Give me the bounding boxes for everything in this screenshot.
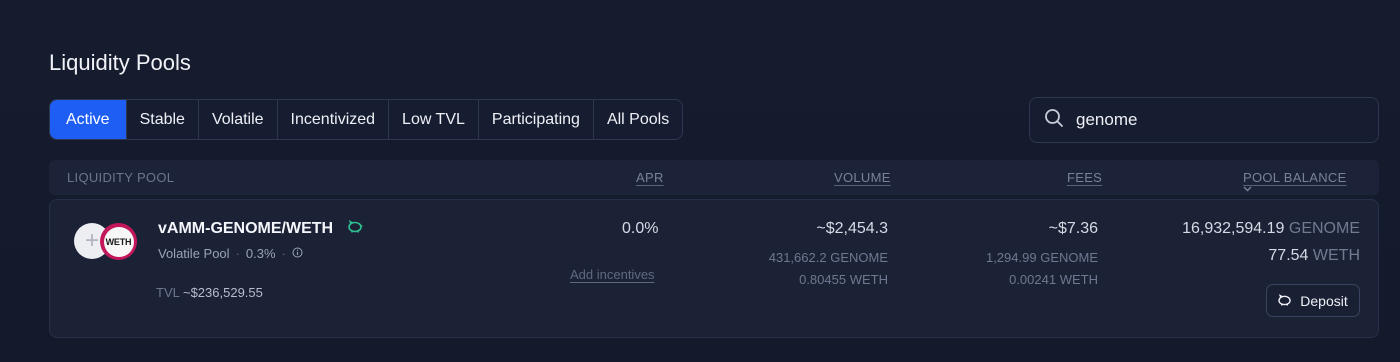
- weth-token-icon: WETH: [100, 223, 137, 260]
- pool-fee-rate: 0.3%: [245, 246, 276, 261]
- weth-token-label: WETH: [103, 226, 134, 257]
- column-pool-balance-label: POOL BALANCE: [1243, 170, 1347, 185]
- search-icon: [1044, 108, 1064, 133]
- tab-volatile[interactable]: Volatile: [199, 100, 278, 139]
- tab-active[interactable]: Active: [50, 100, 127, 139]
- volume-token1: 0.80455 WETH: [799, 272, 888, 287]
- balance-token0-symbol: GENOME: [1288, 220, 1360, 237]
- volume-token0-symbol: GENOME: [830, 250, 888, 265]
- fees-token0-symbol: GENOME: [1040, 250, 1098, 265]
- tab-participating[interactable]: Participating: [479, 100, 594, 139]
- balance-token1: 77.54 WETH: [1268, 247, 1360, 265]
- separator-dot: ·: [281, 246, 286, 261]
- balance-token0: 16,932,594.19 GENOME: [1182, 220, 1360, 238]
- balance-token0-amount: 16,932,594.19: [1182, 220, 1285, 237]
- pool-name[interactable]: vAMM-GENOME/WETH: [158, 220, 363, 238]
- column-fees[interactable]: FEES: [1067, 170, 1102, 185]
- fees-token0: 1,294.99 GENOME: [986, 250, 1098, 265]
- column-pool-balance[interactable]: POOL BALANCE: [1243, 170, 1347, 192]
- tab-low-tvl[interactable]: Low TVL: [389, 100, 479, 139]
- volume-token1-symbol: WETH: [849, 272, 888, 287]
- fees-token1-symbol: WETH: [1059, 272, 1098, 287]
- separator-dot: ·: [235, 246, 240, 261]
- table-row[interactable]: + WETH vAMM-GENOME/WETH Volatile Pool · …: [49, 199, 1379, 338]
- deposit-button[interactable]: Deposit: [1266, 284, 1360, 317]
- tab-all-pools[interactable]: All Pools: [594, 100, 682, 139]
- pool-type: Volatile Pool: [158, 246, 230, 261]
- column-volume[interactable]: VOLUME: [834, 170, 891, 185]
- fees-total: ~$7.36: [1048, 220, 1098, 237]
- volume-token0: 431,662.2 GENOME: [769, 250, 888, 265]
- column-liquidity-pool: LIQUIDITY POOL: [67, 170, 175, 185]
- table-header: LIQUIDITY POOL APR VOLUME FEES POOL BALA…: [49, 160, 1379, 195]
- info-icon[interactable]: [292, 246, 303, 261]
- pool-apr: 0.0%: [622, 220, 659, 237]
- fees-token0-amount: 1,294.99: [985, 250, 1037, 265]
- fees-token1: 0.00241 WETH: [1009, 272, 1098, 287]
- balance-token1-amount: 77.54: [1268, 247, 1309, 264]
- balance-token1-symbol: WETH: [1312, 247, 1360, 264]
- fees-token1-amount: 0.00241: [1009, 272, 1057, 287]
- volume-total: ~$2,454.3: [816, 220, 888, 237]
- chevron-down-icon: [1243, 180, 1252, 195]
- pool-filter-tabs: Active Stable Volatile Incentivized Low …: [49, 99, 684, 140]
- tab-incentivized[interactable]: Incentivized: [278, 100, 390, 139]
- deposit-label: Deposit: [1300, 292, 1348, 309]
- tab-stable[interactable]: Stable: [127, 100, 199, 139]
- piggy-bank-icon: [1278, 293, 1292, 309]
- column-apr[interactable]: APR: [636, 170, 664, 185]
- search-box[interactable]: [1029, 97, 1379, 143]
- pool-type-info: Volatile Pool · 0.3% ·: [158, 246, 303, 261]
- page-title: Liquidity Pools: [49, 50, 191, 75]
- volume-token1-amount: 0.80455: [799, 272, 847, 287]
- tvl-value: ~$236,529.55: [182, 285, 263, 300]
- pool-tvl: TVL ~$236,529.55: [156, 285, 263, 300]
- volume-token0-amount: 431,662.2: [768, 250, 827, 265]
- genome-token-glyph: +: [84, 227, 99, 254]
- search-input[interactable]: [1076, 110, 1356, 130]
- pool-name-text: vAMM-GENOME/WETH: [158, 220, 334, 238]
- tvl-label: TVL: [156, 285, 180, 300]
- piggy-bank-icon: [347, 220, 363, 237]
- add-incentives-link[interactable]: Add incentives: [570, 267, 655, 282]
